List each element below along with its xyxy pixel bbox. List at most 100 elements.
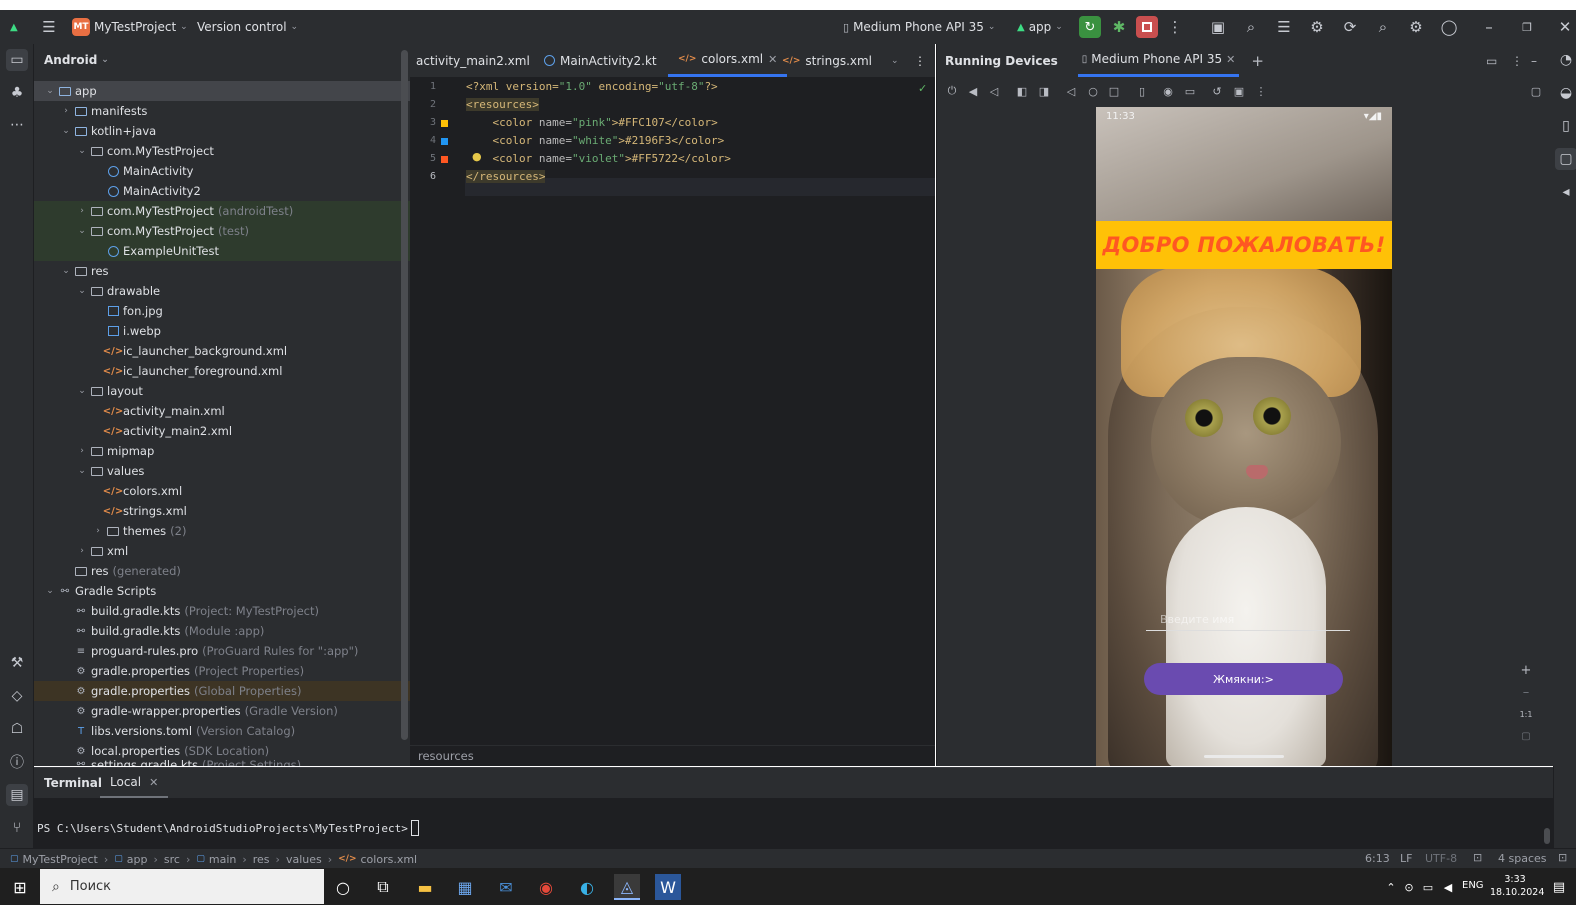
git-tool-button[interactable]: ⑂: [6, 817, 28, 839]
indent-setting[interactable]: 4 spaces: [1498, 852, 1547, 865]
device-file-button[interactable]: ▯: [1555, 115, 1576, 137]
tree-item-exampleunittest[interactable]: ExampleUnitTest: [34, 241, 410, 261]
tree-item-proguard[interactable]: ≡ proguard-rules.pro (ProGuard Rules for "…: [34, 641, 410, 661]
tree-item-i-webp[interactable]: i.webp: [34, 321, 410, 341]
word-icon[interactable]: W: [655, 874, 681, 900]
stop-button[interactable]: [1136, 10, 1158, 44]
hide-panel-icon[interactable]: –: [1531, 54, 1537, 68]
tree-item-kotlin-java[interactable]: ⌄ kotlin+java: [34, 121, 410, 141]
mirror-icon[interactable]: ▣: [1231, 83, 1247, 99]
tree-item-strings-xml[interactable]: </> strings.xml: [34, 501, 410, 521]
rotate-left-icon[interactable]: ◧: [1014, 83, 1030, 99]
emulator-tool-button[interactable]: ◂: [1555, 181, 1576, 203]
gesture-bar[interactable]: [1204, 755, 1284, 758]
terminal-tool-button[interactable]: ▤: [6, 784, 28, 806]
overview-icon[interactable]: □: [1106, 83, 1122, 99]
tree-item-themes[interactable]: › themes (2): [34, 521, 410, 541]
code-line-4[interactable]: <color name="white">#2196F3</color>: [466, 134, 725, 147]
search-everywhere-button[interactable]: ⌕: [1372, 10, 1394, 44]
chrome-icon[interactable]: ◉: [533, 874, 559, 900]
editor-more-button[interactable]: ⋮: [914, 44, 926, 77]
fold-icon[interactable]: ▯: [1134, 83, 1150, 99]
restore-button[interactable]: ❐: [1516, 10, 1538, 44]
tree-item-libs-versions[interactable]: Tlibs.versions.toml (Version Catalog): [34, 721, 410, 741]
problems-tool-button[interactable]: ⓘ: [6, 751, 28, 773]
rerun-button[interactable]: ↻: [1079, 10, 1101, 44]
edge-icon[interactable]: ◐: [574, 874, 600, 900]
mail-icon[interactable]: ✉: [493, 874, 519, 900]
code-line-3[interactable]: <color name="pink">#FFC107</color>: [466, 116, 718, 129]
tree-item-manifests[interactable]: › manifests: [34, 101, 410, 121]
code-line-5[interactable]: <color name="violet">#FF5722</color>: [466, 152, 731, 165]
rotate-right-icon[interactable]: ◨: [1036, 83, 1052, 99]
tree-item-res-generated[interactable]: res (generated): [34, 561, 410, 581]
run-config-selector[interactable]: ▲ app ⌄: [1017, 10, 1063, 44]
more-tools-button[interactable]: ⋯: [6, 114, 28, 136]
tab-colors-xml[interactable]: </> colors.xml ✕: [668, 44, 788, 77]
color-swatch-white[interactable]: [441, 138, 448, 145]
tree-item-ic-launcher-background[interactable]: </> ic_launcher_background.xml: [34, 341, 410, 361]
readonly-toggle-icon[interactable]: ⊡: [1473, 851, 1482, 864]
logcat-tool-button[interactable]: ☖: [6, 718, 28, 740]
main-menu-button[interactable]: ☰: [38, 10, 60, 44]
crumb-values[interactable]: values: [286, 853, 322, 866]
tree-item-gradle-wrapper[interactable]: ⚙ gradle-wrapper.properties (Gradle Versio…: [34, 701, 410, 721]
cortana-icon[interactable]: ○: [330, 874, 356, 900]
store-icon[interactable]: ▦: [452, 874, 478, 900]
resource-manager-button[interactable]: ♣: [6, 82, 28, 104]
project-selector[interactable]: MT MyTestProject ⌄: [72, 10, 188, 44]
tree-item-mainactivity2[interactable]: MainActivity2: [34, 181, 410, 201]
tree-item-activity-main2[interactable]: </> activity_main2.xml: [34, 421, 410, 441]
close-tab-icon[interactable]: ✕: [149, 776, 158, 789]
terminal-scrollbar[interactable]: [1544, 828, 1550, 844]
tree-item-package-androidtest[interactable]: › com.MyTestProject (androidTest): [34, 201, 410, 221]
zoom-actual-size[interactable]: 1:1: [1518, 706, 1534, 722]
tree-item-drawable[interactable]: ⌄ drawable: [34, 281, 410, 301]
windows-start-icon[interactable]: ⊞: [7, 874, 33, 900]
gradle-tool-button[interactable]: ◒: [1555, 82, 1576, 104]
sdk-manager-button[interactable]: ⚙: [1306, 10, 1328, 44]
caret-position[interactable]: 6:13: [1365, 852, 1390, 865]
press-button[interactable]: Жмякни:>: [1144, 663, 1343, 695]
tree-item-fon-jpg[interactable]: fon.jpg: [34, 301, 410, 321]
layout-inspector-button[interactable]: ☰: [1273, 10, 1295, 44]
taskbar-clock[interactable]: 3:33 18.10.2024: [1490, 873, 1544, 899]
tree-item-colors-xml[interactable]: </> colors.xml: [34, 481, 410, 501]
more-actions-button[interactable]: ⋮: [1164, 10, 1186, 44]
editor-breadcrumb[interactable]: resources: [410, 745, 935, 766]
device-tab[interactable]: ▯ Medium Phone API 35 ✕: [1077, 44, 1240, 77]
file-explorer-icon[interactable]: ▬: [412, 874, 438, 900]
crumb-app[interactable]: ▢ app: [114, 853, 147, 866]
language-indicator[interactable]: ENG: [1462, 880, 1484, 891]
minimize-button[interactable]: –: [1478, 10, 1500, 44]
tree-item-build-gradle-module[interactable]: ⚯ build.gradle.kts (Module :app): [34, 621, 410, 641]
code-line-6[interactable]: </resources>: [466, 170, 546, 183]
lock-icon[interactable]: ⊡: [1558, 851, 1567, 864]
project-view-selector[interactable]: Android ⌄: [34, 44, 410, 76]
tree-item-package-test[interactable]: ⌄ com.MyTestProject (test): [34, 221, 410, 241]
tab-list-button[interactable]: ⌄: [891, 44, 899, 77]
crumb-src[interactable]: src: [164, 853, 180, 866]
code-line-2[interactable]: <resources>: [466, 98, 539, 111]
zoom-in-icon[interactable]: +: [1518, 662, 1534, 678]
line-separator[interactable]: LF: [1400, 852, 1412, 865]
volume-down-icon[interactable]: ◁: [986, 83, 1002, 99]
tab-strings-xml[interactable]: </> strings.xml: [782, 44, 872, 77]
tree-item-app[interactable]: ⌄ app: [34, 81, 410, 101]
zoom-out-icon[interactable]: –: [1518, 684, 1534, 700]
tree-item-activity-main[interactable]: </> activity_main.xml: [34, 401, 410, 421]
close-button[interactable]: ✕: [1554, 10, 1576, 44]
crumb-main[interactable]: ▢ main: [196, 853, 236, 866]
file-encoding[interactable]: UTF-8: [1425, 852, 1457, 865]
tree-item-gradle-properties-project[interactable]: ⚙ gradle.properties (Project Properties): [34, 661, 410, 681]
gemini-tool-button[interactable]: ◇: [6, 685, 28, 707]
tree-item-layout[interactable]: ⌄ layout: [34, 381, 410, 401]
tree-item-settings-gradle[interactable]: ⚯ settings.gradle.kts (Project Settings): [34, 758, 410, 766]
name-input[interactable]: Введите имя: [1146, 605, 1350, 631]
account-button[interactable]: ◯: [1438, 10, 1460, 44]
tree-item-package[interactable]: ⌄ com.MyTestProject: [34, 141, 410, 161]
volume-icon[interactable]: ◀: [1435, 874, 1461, 900]
crumb-project[interactable]: ▢ MyTestProject: [10, 853, 98, 866]
volume-up-icon[interactable]: ◀: [965, 83, 981, 99]
home-icon[interactable]: ○: [1085, 83, 1101, 99]
